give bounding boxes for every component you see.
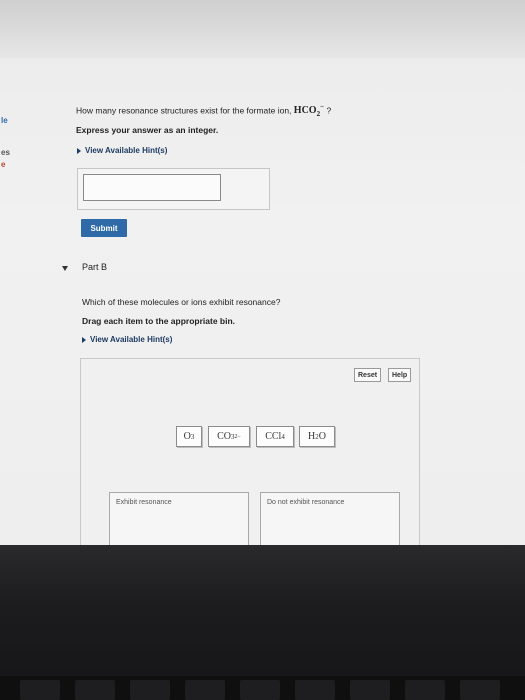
chip-base: H [308, 431, 316, 442]
chip-tail: O [318, 431, 326, 442]
chip-sub: 3 [190, 432, 195, 441]
reset-button[interactable]: Reset [354, 368, 382, 382]
formula-base: HCO [293, 105, 317, 117]
part-b-instruction: Drag each item to the appropriate bin. [82, 316, 236, 326]
help-button[interactable]: Help [388, 368, 412, 382]
keyboard-key [460, 680, 500, 700]
chip-base: CCl [265, 431, 282, 442]
bin-exhibit-resonance[interactable]: Exhibit resonance [109, 492, 249, 545]
left-sidebar-edge: le es e [0, 100, 18, 220]
keyboard-key [185, 680, 225, 700]
chip-sub: 4 [281, 432, 285, 441]
chip-sup: 2− [234, 433, 241, 440]
hint-label: View Available Hint(s) [90, 335, 173, 344]
left-edge-label-3: e [1, 160, 6, 169]
formate-formula: HCO2− [293, 103, 324, 119]
keyboard-key [405, 680, 445, 700]
bin-label: Exhibit resonance [116, 499, 172, 506]
caret-down-icon[interactable] [62, 266, 68, 271]
hint-label: View Available Hint(s) [85, 146, 168, 155]
browser-top-bar [0, 0, 525, 58]
left-edge-label-2: es [1, 148, 10, 157]
chip-ccl4[interactable]: CCl 4 [256, 426, 294, 447]
keyboard-key [350, 680, 390, 700]
submit-button[interactable]: Submit [81, 219, 127, 237]
chip-co3[interactable]: CO 3 2− [208, 426, 250, 447]
keyboard-key [75, 680, 115, 700]
answer-input[interactable] [83, 174, 221, 201]
browser-screen: le es e How many resonance structures ex… [0, 0, 525, 545]
question-prefix: How many resonance structures exist for … [76, 105, 294, 116]
chip-base: CO [217, 431, 231, 442]
part-b-title[interactable]: Part B [82, 262, 107, 272]
hint-toggle[interactable]: View Available Hint(s) [77, 146, 167, 155]
chip-o3[interactable]: O3 [176, 426, 202, 447]
part-b-question: Which of these molecules or ions exhibit… [82, 297, 281, 307]
question-text: How many resonance structures exist for … [76, 103, 331, 118]
part-b-hint-toggle[interactable]: View Available Hint(s) [82, 335, 172, 344]
bin-no-resonance[interactable]: Do not exhibit resonance [260, 492, 400, 545]
keyboard-key [240, 680, 280, 700]
answer-instruction: Express your answer as an integer. [76, 125, 219, 135]
bin-label: Do not exhibit resonance [267, 499, 345, 506]
question-suffix: ? [324, 105, 332, 116]
left-edge-label-1[interactable]: le [1, 116, 8, 125]
caret-right-icon [82, 336, 86, 343]
keyboard-key [295, 680, 335, 700]
keyboard-key [130, 680, 170, 700]
chip-base: O [183, 431, 191, 442]
formula-sub: 2 [316, 110, 321, 119]
caret-right-icon [77, 147, 81, 154]
keyboard-key [20, 680, 60, 700]
chip-h2o[interactable]: H2O [299, 426, 335, 447]
